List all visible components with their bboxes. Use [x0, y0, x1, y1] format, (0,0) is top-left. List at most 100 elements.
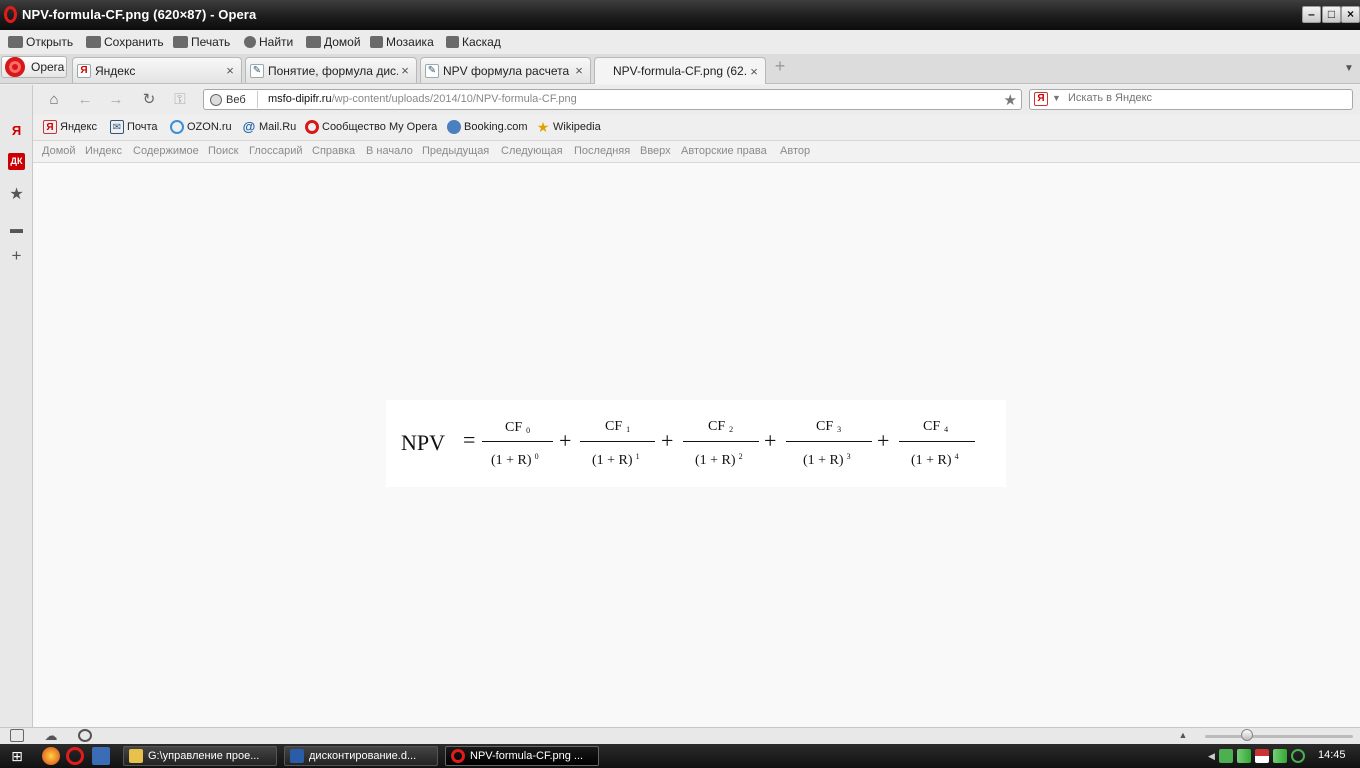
- web-badge[interactable]: Веб: [206, 91, 258, 108]
- cf-subscript: 4: [944, 425, 949, 434]
- tab-close-icon[interactable]: ×: [223, 63, 237, 78]
- bookmark-label: Почта: [127, 121, 158, 133]
- save-button[interactable]: Сохранить: [86, 34, 164, 50]
- open-button[interactable]: Открыть: [8, 34, 73, 50]
- opera-menu-button[interactable]: Opera: [1, 56, 67, 78]
- task-label: дисконтирование.d...: [309, 750, 417, 762]
- reload-icon[interactable]: ↻: [140, 91, 158, 109]
- bookmark-mail[interactable]: ✉ Почта: [110, 120, 158, 134]
- maximize-button[interactable]: □: [1322, 6, 1341, 23]
- bookmarks-star-icon[interactable]: ★: [8, 186, 25, 203]
- navlink-copyright[interactable]: Авторские права: [681, 145, 767, 157]
- navlink-contents[interactable]: Содержимое: [133, 145, 199, 157]
- navlink-first[interactable]: В начало: [366, 145, 413, 157]
- bookmark-wikipedia[interactable]: ★ Wikipedia: [536, 120, 601, 134]
- tab-label: NPV формула расчета п...: [443, 63, 572, 78]
- url-path: /wp-content/uploads/2014/10/NPV-formula-…: [331, 93, 577, 105]
- plus-sign: +: [764, 428, 777, 453]
- task-word[interactable]: дисконтирование.d...: [284, 746, 438, 766]
- formula-equals: =: [463, 427, 476, 452]
- yandex-search-icon[interactable]: Я: [1034, 92, 1048, 106]
- home-icon[interactable]: ⌂: [45, 91, 63, 109]
- bookmark-my-opera[interactable]: Сообщество My Opera: [305, 120, 437, 134]
- tray-expand-arrow-icon[interactable]: ◀: [1208, 751, 1215, 762]
- back-arrow-icon[interactable]: ←: [76, 91, 94, 109]
- cascade-icon: [446, 36, 459, 48]
- dk-panel-icon[interactable]: ДК: [8, 153, 25, 170]
- tab-list-chevron-down-icon[interactable]: ▼: [1344, 63, 1356, 74]
- navlink-previous[interactable]: Предыдущая: [422, 145, 489, 157]
- yandex-icon: Я: [43, 120, 57, 134]
- term-numerator: CF 2: [708, 419, 733, 435]
- bookmark-label: Сообщество My Opera: [322, 121, 438, 133]
- start-button-windows-icon[interactable]: ⊞: [2, 746, 32, 766]
- forward-arrow-icon[interactable]: →: [107, 91, 125, 109]
- task-explorer[interactable]: G:\управление прое...: [123, 746, 277, 766]
- url-text[interactable]: msfo-dipifr.ru/wp-content/uploads/2014/1…: [268, 93, 577, 105]
- close-button[interactable]: ×: [1341, 6, 1360, 23]
- tab-yandex[interactable]: Я Яндекс ×: [72, 57, 242, 83]
- notes-panel-icon[interactable]: ▬: [8, 220, 25, 237]
- minimize-button[interactable]: –: [1302, 6, 1321, 23]
- bookmark-mailru[interactable]: @ Mail.Ru: [242, 120, 297, 134]
- find-button[interactable]: Найти: [244, 34, 293, 50]
- language-flag-icon[interactable]: [1254, 749, 1269, 763]
- task-opera[interactable]: NPV-formula-CF.png ...: [445, 746, 599, 766]
- yandex-panel-icon[interactable]: Я: [8, 122, 25, 139]
- zoom-slider-thumb[interactable]: [1241, 729, 1253, 741]
- search-input[interactable]: [1068, 92, 1338, 104]
- tab-close-icon[interactable]: ×: [398, 63, 412, 78]
- tab-npv-formula[interactable]: ✎ NPV формула расчета п... ×: [420, 57, 591, 83]
- find-label: Найти: [259, 35, 294, 49]
- key-icon[interactable]: ⚿: [171, 91, 189, 109]
- add-panel-icon[interactable]: +: [8, 247, 25, 264]
- tile-button[interactable]: Мозаика: [370, 34, 434, 50]
- network-bars-icon[interactable]: [1272, 749, 1287, 763]
- navlink-help[interactable]: Справка: [312, 145, 355, 157]
- status-circle-icon[interactable]: [1290, 749, 1305, 763]
- cf-symbol: CF: [605, 419, 623, 434]
- folder-icon: [8, 36, 23, 48]
- navlink-home[interactable]: Домой: [42, 145, 76, 157]
- navlink-up[interactable]: Вверх: [640, 145, 671, 157]
- bookmark-star-icon[interactable]: ★: [1004, 91, 1017, 109]
- navlink-last[interactable]: Последняя: [574, 145, 630, 157]
- navlink-search[interactable]: Поиск: [208, 145, 238, 157]
- discount-factor: (1 + R): [592, 453, 633, 468]
- tab-npv-concept[interactable]: ✎ Понятие, формула дис... ×: [245, 57, 417, 83]
- navlink-next[interactable]: Следующая: [501, 145, 563, 157]
- zoom-slider[interactable]: [1205, 735, 1353, 738]
- navlink-glossary[interactable]: Глоссарий: [249, 145, 303, 157]
- discount-factor: (1 + R): [491, 453, 532, 468]
- tab-close-icon[interactable]: ×: [747, 64, 761, 79]
- tab-npv-image[interactable]: NPV-formula-CF.png (62... ×: [594, 57, 766, 84]
- navlink-index[interactable]: Индекс: [85, 145, 122, 157]
- desktop-quicklaunch-icon[interactable]: [92, 747, 110, 765]
- download-arrow-icon[interactable]: [1218, 749, 1233, 763]
- bookmark-booking[interactable]: Booking.com: [447, 120, 528, 134]
- address-field[interactable]: Веб msfo-dipifr.ru/wp-content/uploads/20…: [203, 89, 1022, 110]
- cascade-button[interactable]: Каскад: [446, 34, 501, 50]
- web-label: Веб: [226, 93, 246, 106]
- status-bar: ☁ ▲: [0, 727, 1360, 744]
- cloud-icon[interactable]: ☁: [44, 729, 58, 742]
- search-box[interactable]: Я ▼: [1029, 89, 1353, 110]
- bookmark-label: Wikipedia: [553, 121, 601, 133]
- firefox-quicklaunch-icon[interactable]: [42, 747, 60, 765]
- bookmark-ozon[interactable]: OZON.ru: [170, 120, 232, 134]
- navlink-author[interactable]: Автор: [780, 145, 810, 157]
- tab-bar: Opera Я Яндекс × ✎ Понятие, формула дис.…: [0, 54, 1360, 84]
- new-tab-button[interactable]: +: [772, 57, 788, 75]
- panel-toggle-icon[interactable]: [10, 729, 24, 742]
- home-button[interactable]: Домой: [306, 34, 361, 50]
- cf-subscript: 3: [837, 425, 842, 434]
- view-up-arrow-icon[interactable]: ▲: [1176, 729, 1190, 742]
- print-button[interactable]: Печать: [173, 34, 230, 50]
- search-engine-chevron-down-icon[interactable]: ▼: [1052, 93, 1061, 103]
- signal-bars-icon[interactable]: [1236, 749, 1251, 763]
- cf-symbol: CF: [505, 420, 523, 435]
- opera-quicklaunch-icon[interactable]: [66, 747, 84, 765]
- tab-close-icon[interactable]: ×: [572, 63, 586, 78]
- speed-dial-gauge-icon[interactable]: [78, 729, 92, 742]
- bookmark-yandex[interactable]: Я Яндекс: [43, 120, 97, 134]
